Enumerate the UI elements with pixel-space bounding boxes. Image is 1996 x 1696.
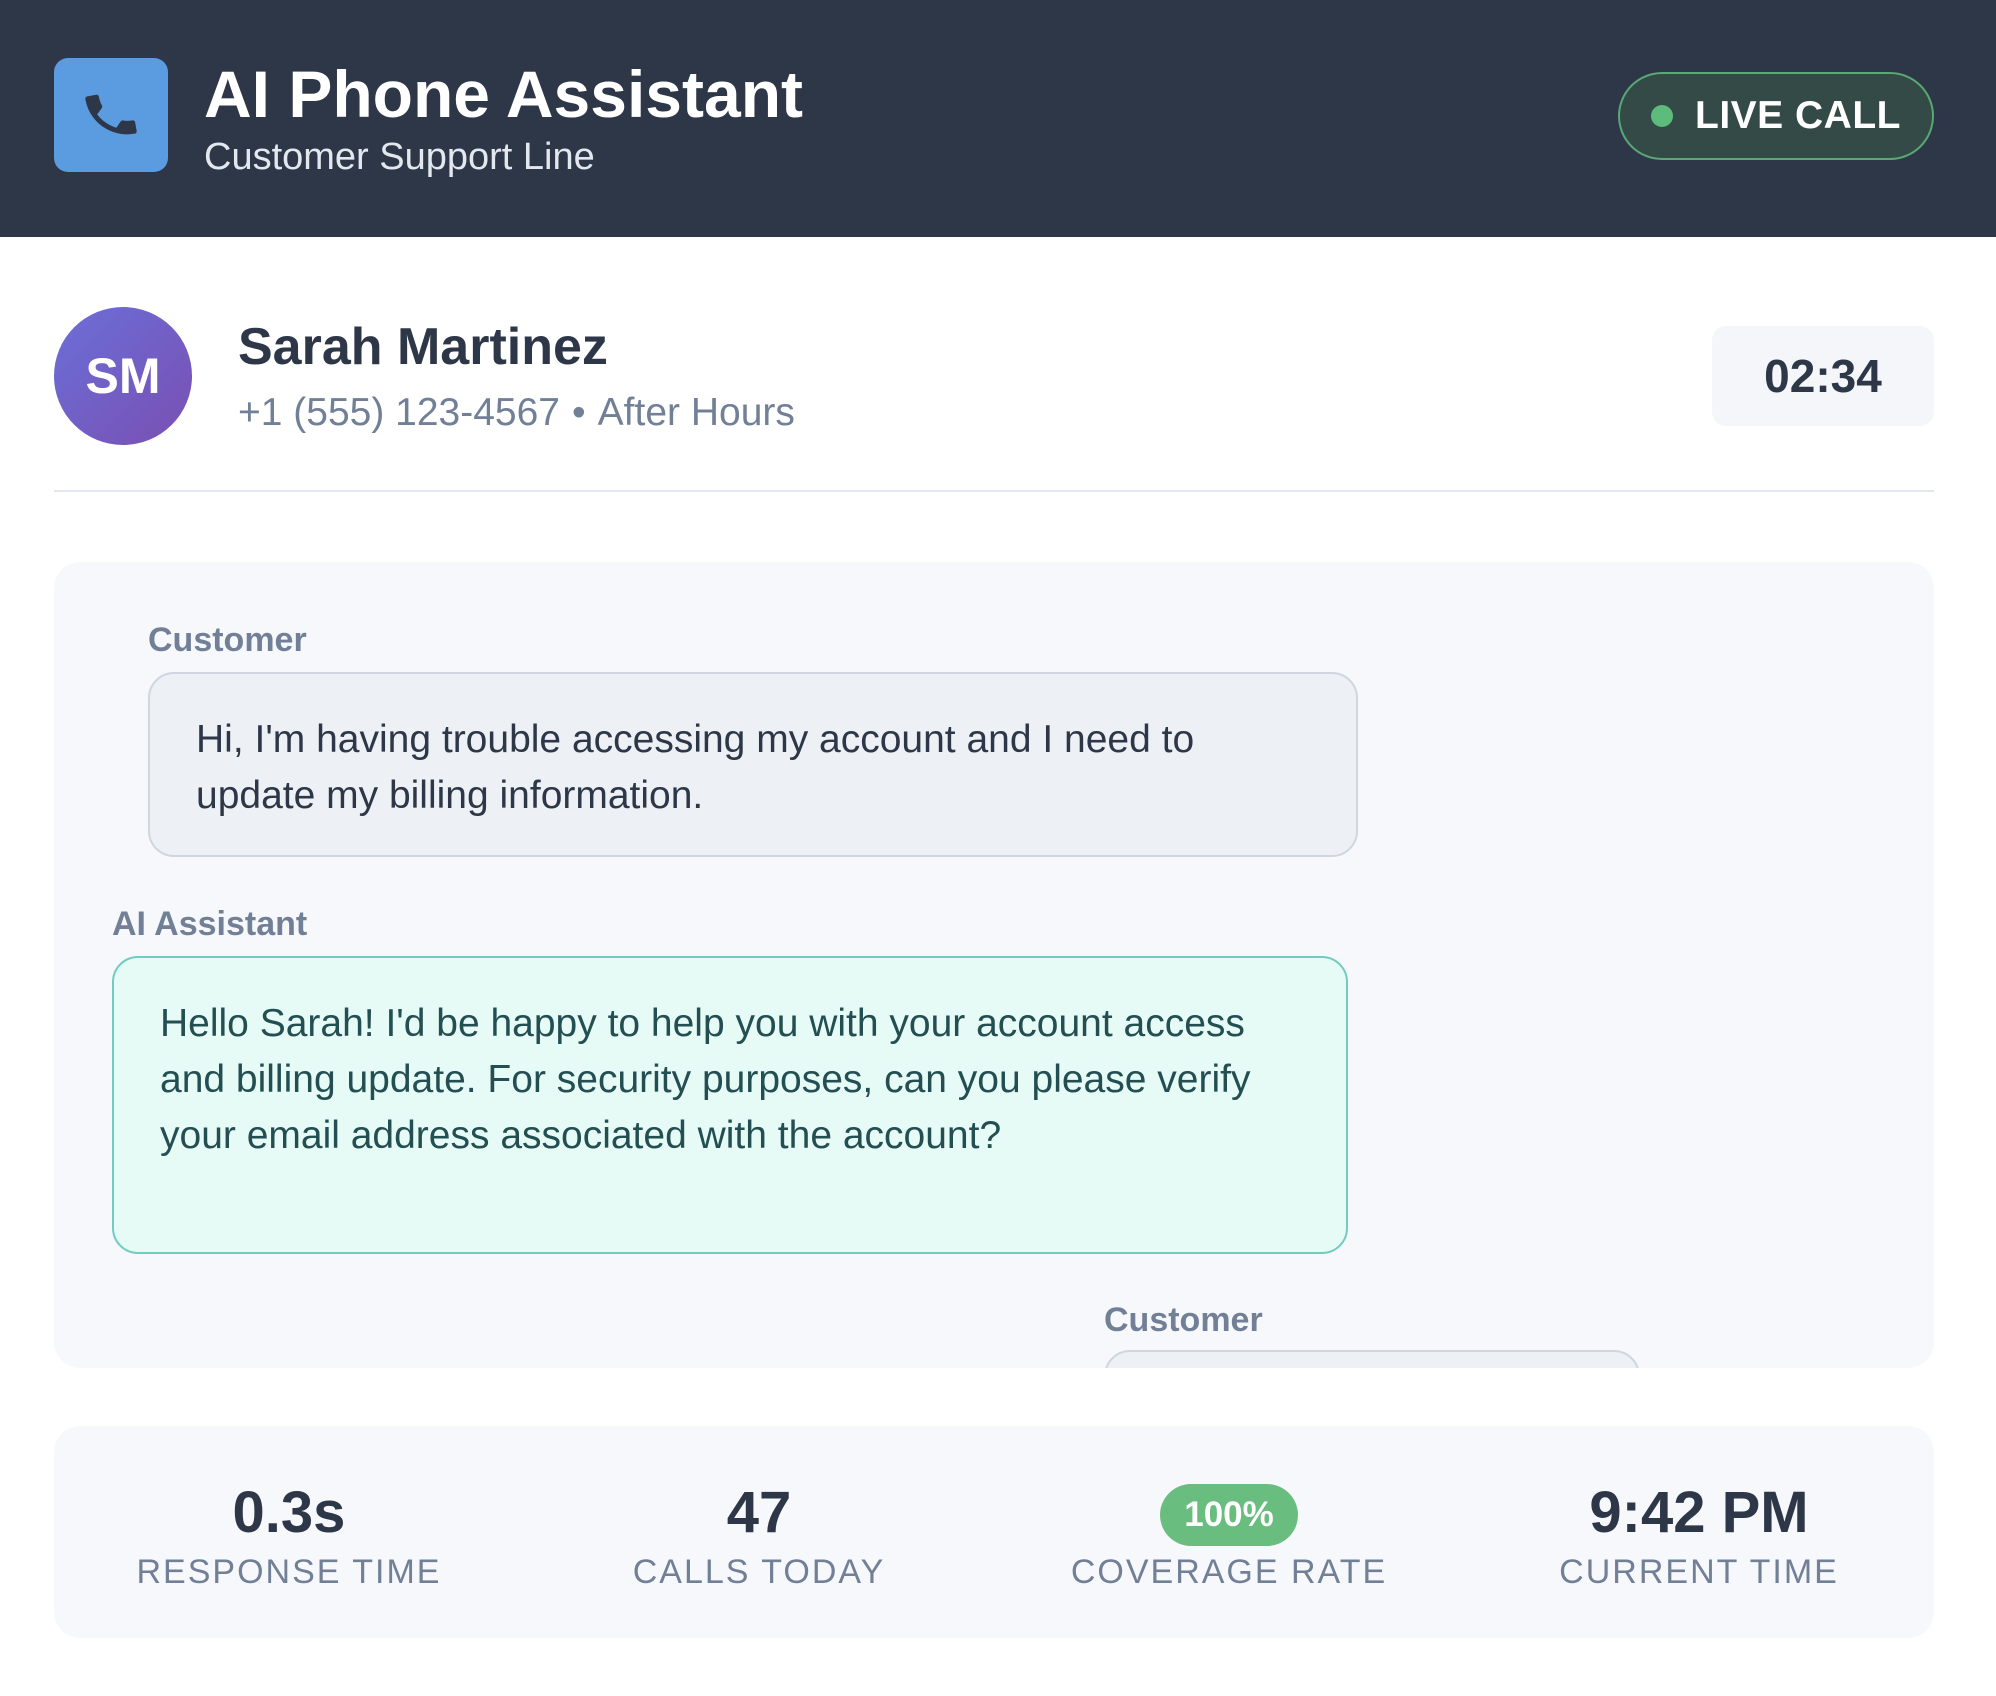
stat-value: 0.3s bbox=[232, 1480, 346, 1545]
live-call-label: LIVE CALL bbox=[1695, 94, 1901, 137]
app-title: AI Phone Assistant bbox=[204, 57, 803, 131]
live-call-badge[interactable]: LIVE CALL bbox=[1618, 72, 1934, 160]
message-speaker-label: AI Assistant bbox=[112, 905, 308, 943]
stat-response-time: 0.3s RESPONSE TIME bbox=[54, 1426, 524, 1638]
stat-value: 47 bbox=[726, 1480, 792, 1545]
stat-label: CALLS TODAY bbox=[632, 1553, 886, 1591]
divider bbox=[54, 490, 1934, 492]
live-status-dot-icon bbox=[1651, 105, 1673, 127]
stat-current-time: 9:42 PM CURRENT TIME bbox=[1464, 1426, 1934, 1638]
phone-glyph bbox=[85, 94, 137, 135]
stat-calls-today: 47 CALLS TODAY bbox=[524, 1426, 994, 1638]
customer-message-bubble: Hi, I'm having trouble accessing my acco… bbox=[148, 672, 1358, 857]
app-header: AI Phone Assistant Customer Support Line… bbox=[0, 0, 1996, 237]
stat-label: CURRENT TIME bbox=[1559, 1553, 1839, 1591]
avatar: SM bbox=[54, 307, 192, 445]
stat-label: RESPONSE TIME bbox=[136, 1553, 442, 1591]
message-speaker-label: Customer bbox=[148, 621, 307, 659]
stat-label: COVERAGE RATE bbox=[1070, 1553, 1388, 1591]
call-duration-timer: 02:34 bbox=[1712, 326, 1934, 426]
customer-message-bubble bbox=[1104, 1350, 1640, 1368]
stat-coverage-rate: 100% COVERAGE RATE bbox=[994, 1426, 1464, 1638]
app-subtitle: Customer Support Line bbox=[204, 136, 595, 178]
caller-context: After Hours bbox=[597, 391, 795, 434]
call-stats-panel: 0.3s RESPONSE TIME 47 CALLS TODAY 100% C… bbox=[54, 1426, 1934, 1638]
avatar-initials: SM bbox=[85, 348, 161, 404]
caller-phone: +1 (555) 123-4567 bbox=[238, 391, 560, 434]
message-speaker-label: Customer bbox=[1104, 1301, 1263, 1339]
stat-value: 9:42 PM bbox=[1589, 1480, 1809, 1545]
caller-name: Sarah Martinez bbox=[238, 318, 608, 376]
coverage-rate-badge: 100% bbox=[1160, 1484, 1298, 1546]
caller-meta: +1 (555) 123-4567 • After Hours bbox=[238, 389, 795, 437]
conversation-transcript[interactable]: Customer Hi, I'm having trouble accessin… bbox=[54, 562, 1934, 1368]
ai-message-bubble: Hello Sarah! I'd be happy to help you wi… bbox=[112, 956, 1348, 1254]
phone-icon bbox=[54, 58, 168, 172]
meta-separator: • bbox=[572, 391, 586, 434]
phone-assistant-page: AI Phone Assistant Customer Support Line… bbox=[0, 0, 1996, 1696]
